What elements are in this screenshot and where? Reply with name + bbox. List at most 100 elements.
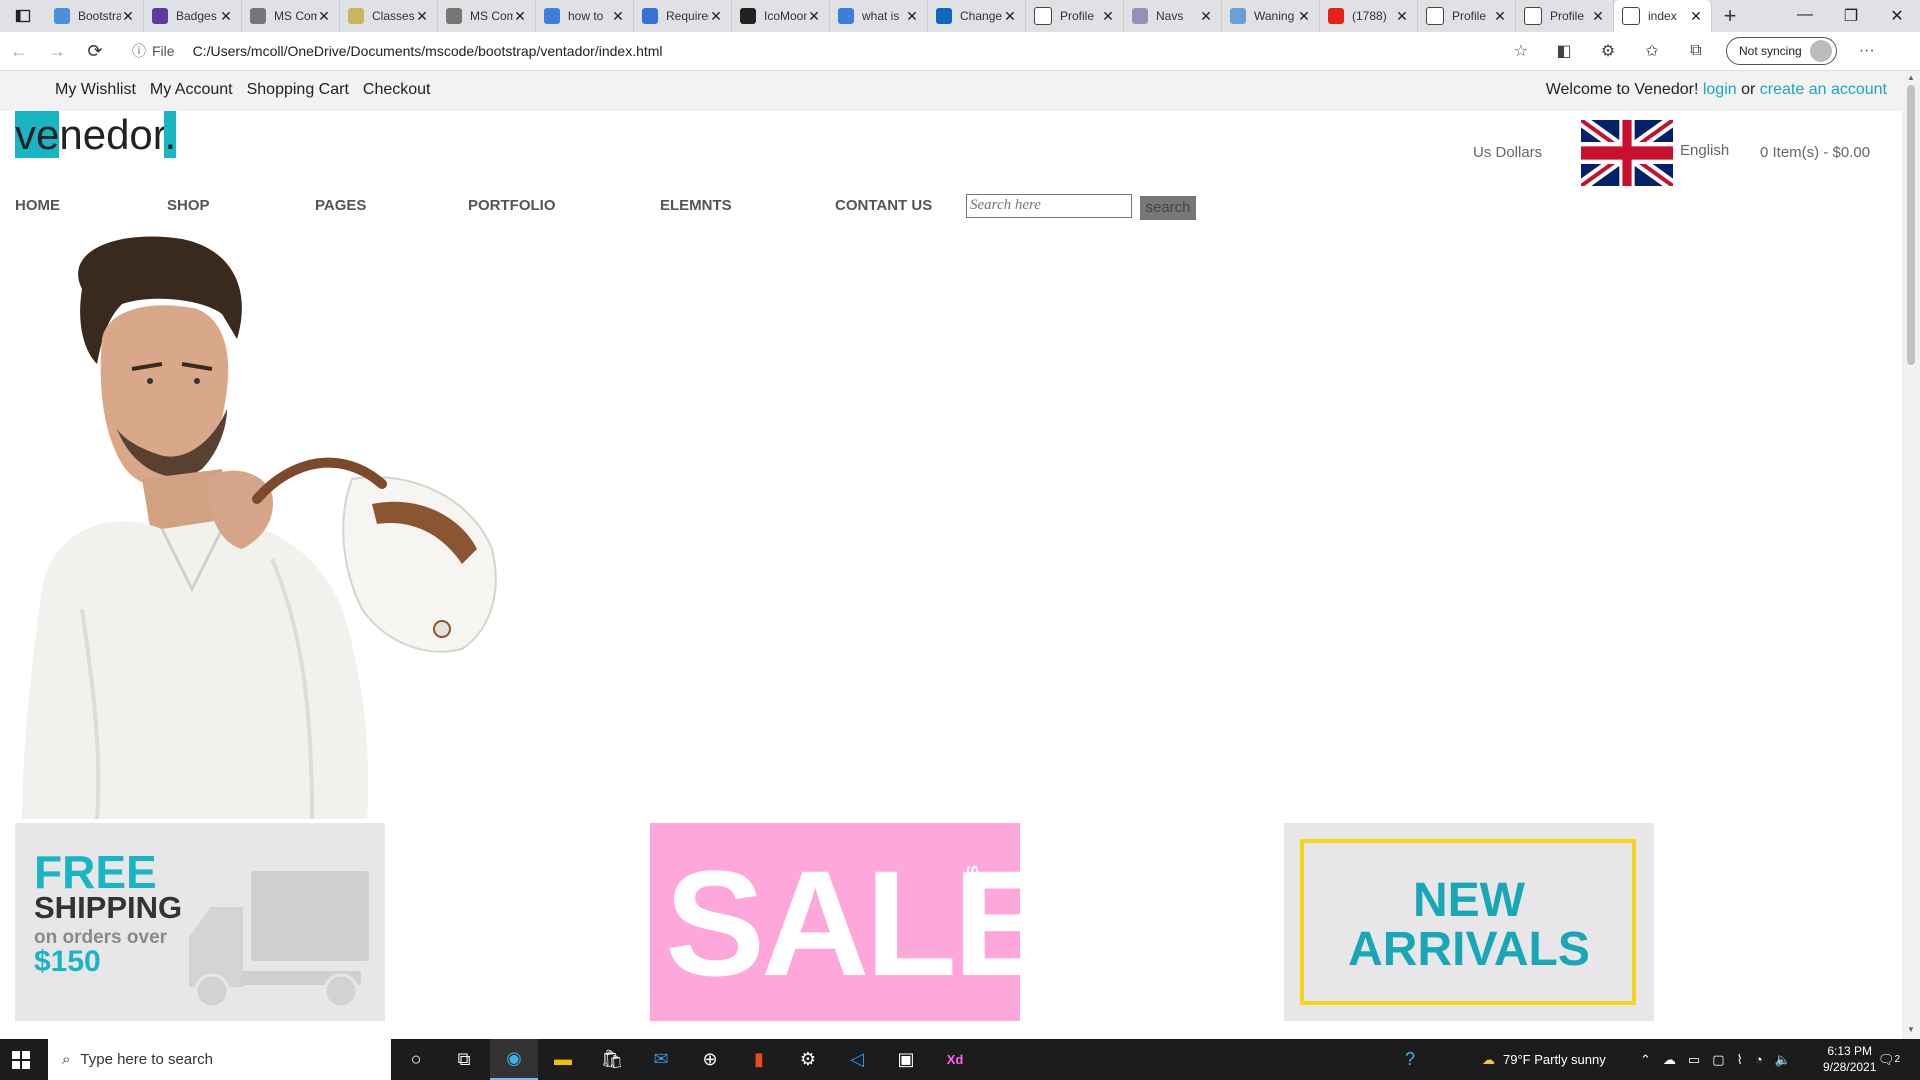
tab-close-icon[interactable]: ✕ — [415, 8, 429, 25]
puzzle-icon[interactable]: ⚙ — [1586, 41, 1630, 61]
tab-close-icon[interactable]: ✕ — [1003, 8, 1017, 25]
login-link[interactable]: login — [1703, 81, 1737, 98]
scrollbar-thumb[interactable] — [1907, 85, 1915, 365]
adobe-xd-icon[interactable]: Xd — [931, 1039, 979, 1080]
browser-tab[interactable]: Profile ✕ — [1418, 0, 1516, 32]
browser-tab[interactable]: MS Community✕ — [438, 0, 536, 32]
cortana-icon[interactable]: ○ — [392, 1039, 440, 1080]
edge-browser-icon[interactable]: ◉ — [490, 1039, 538, 1080]
browser-tab[interactable]: Profile ✕ — [1026, 0, 1124, 32]
checkout-link[interactable]: Checkout — [363, 81, 431, 99]
browser-tab[interactable]: Bootstrap✕ — [46, 0, 144, 32]
search-button[interactable]: search — [1140, 196, 1196, 220]
vscode-icon[interactable]: ◁ — [833, 1039, 881, 1080]
browser-tab[interactable]: Profile ✕ — [1516, 0, 1614, 32]
scroll-down-icon[interactable]: ▼ — [1907, 1025, 1915, 1034]
my-account-link[interactable]: My Account — [150, 81, 233, 99]
shopping-cart-link[interactable]: Shopping Cart — [247, 81, 349, 99]
nav-shop[interactable]: SHOP — [167, 197, 210, 214]
profile-sync-button[interactable]: Not syncing — [1726, 37, 1837, 65]
volume-icon[interactable]: 🔈 — [1775, 1052, 1791, 1068]
favorites-icon[interactable]: ✩ — [1630, 41, 1674, 61]
browser-tab[interactable]: (1788) ✕ — [1320, 0, 1418, 32]
battery-icon[interactable]: ▭ — [1688, 1052, 1700, 1068]
tab-close-icon[interactable]: ✕ — [1591, 8, 1605, 25]
nav-portfolio[interactable]: PORTFOLIO — [468, 197, 556, 214]
browser-tab[interactable]: MS Community✕ — [242, 0, 340, 32]
cloud-icon[interactable]: ☁ — [1663, 1052, 1676, 1068]
url-field[interactable]: ⓘ File C:/Users/mcoll/OneDrive/Documents… — [122, 36, 1542, 66]
tab-close-icon[interactable]: ✕ — [1689, 8, 1703, 25]
refresh-icon[interactable]: ⟳ — [76, 41, 114, 62]
nav-pages[interactable]: PAGES — [315, 197, 366, 214]
tab-close-icon[interactable]: ✕ — [611, 8, 625, 25]
office-icon[interactable]: ▮ — [735, 1039, 783, 1080]
collections-icon[interactable]: ⧉ — [1674, 42, 1718, 60]
task-view-icon[interactable]: ⧉ — [440, 1039, 488, 1080]
tab-close-icon[interactable]: ✕ — [1199, 8, 1213, 25]
site-logo[interactable]: venedor. — [15, 109, 177, 161]
settings-icon[interactable]: ⚙ — [784, 1039, 832, 1080]
tab-close-icon[interactable]: ✕ — [219, 8, 233, 25]
info-icon[interactable]: ⓘ — [132, 41, 146, 61]
restore-icon[interactable]: ❐ — [1828, 6, 1874, 26]
tab-close-icon[interactable]: ✕ — [1297, 8, 1311, 25]
my-wishlist-link[interactable]: My Wishlist — [55, 81, 136, 99]
currency-selector[interactable]: Us Dollars — [1473, 144, 1542, 161]
tab-close-icon[interactable]: ✕ — [121, 8, 135, 25]
url-text[interactable]: C:/Users/mcoll/OneDrive/Documents/mscode… — [193, 43, 663, 59]
nav-home[interactable]: HOME — [15, 197, 60, 214]
notifications-icon[interactable]: 🗨 2 — [1878, 1039, 1900, 1080]
sale-banner[interactable]: SALE MANY ITEMS — [650, 823, 1053, 1021]
chevron-up-icon[interactable]: ⌃ — [1640, 1052, 1651, 1068]
browser-tab[interactable]: Requirements✕ — [634, 0, 732, 32]
mail-icon[interactable]: ✉ — [637, 1039, 685, 1080]
tab-close-icon[interactable]: ✕ — [709, 8, 723, 25]
create-account-link[interactable]: create an account — [1760, 81, 1887, 98]
taskbar-search-box[interactable]: ⌕ Type here to search — [48, 1039, 391, 1080]
scroll-up-icon[interactable]: ▲ — [1907, 73, 1915, 82]
browser-tab[interactable]: Waning ✕ — [1222, 0, 1320, 32]
browser-tab[interactable]: how to ✕ — [536, 0, 634, 32]
tab-close-icon[interactable]: ✕ — [905, 8, 919, 25]
microsoft-store-icon[interactable]: 🛍 — [588, 1039, 636, 1080]
file-explorer-icon[interactable]: ▬ — [539, 1039, 587, 1080]
tab-close-icon[interactable]: ✕ — [1493, 8, 1507, 25]
window-app-icon[interactable]: ▣ — [882, 1039, 930, 1080]
add-favorite-icon[interactable]: ☆ — [1514, 41, 1528, 61]
tab-close-icon[interactable]: ✕ — [807, 8, 821, 25]
forward-icon[interactable]: → — [38, 41, 76, 62]
browser-tab[interactable]: Classes ✕ — [340, 0, 438, 32]
tab-actions-icon[interactable] — [0, 0, 46, 32]
new-tab-button[interactable]: + — [1712, 3, 1748, 29]
new-arrivals-banner[interactable]: NEW ARRIVALS — [1284, 823, 1654, 1021]
monitor-icon[interactable]: ▢ — [1712, 1052, 1724, 1068]
network-icon[interactable]: ⌇ — [1737, 1052, 1743, 1068]
nav-elements[interactable]: ELEMNTS — [660, 197, 732, 214]
nav-contact-us[interactable]: CONTANT US — [835, 197, 932, 214]
close-window-icon[interactable]: ✕ — [1874, 6, 1920, 26]
browser-tab[interactable]: Badges ✕ — [144, 0, 242, 32]
language-selector[interactable]: English — [1680, 142, 1729, 159]
browser-tab[interactable]: Change ✕ — [928, 0, 1026, 32]
cart-summary[interactable]: 0 Item(s) - $0.00 — [1760, 144, 1870, 161]
app-icon[interactable]: ⊕ — [686, 1039, 734, 1080]
windows-start-icon[interactable] — [12, 1051, 30, 1069]
browser-tab[interactable]: Navs ✕ — [1124, 0, 1222, 32]
wifi-icon[interactable]: ◔ — [1755, 1052, 1763, 1067]
free-shipping-banner[interactable]: FREE SHIPPING on orders over $150 — [15, 823, 385, 1021]
back-icon[interactable]: ← — [0, 41, 38, 62]
more-menu-icon[interactable]: ··· — [1845, 42, 1889, 60]
tab-close-icon[interactable]: ✕ — [1395, 8, 1409, 25]
tab-close-icon[interactable]: ✕ — [513, 8, 527, 25]
tab-close-icon[interactable]: ✕ — [1101, 8, 1115, 25]
tab-close-icon[interactable]: ✕ — [317, 8, 331, 25]
browser-tab[interactable]: index ✕ — [1614, 0, 1712, 32]
uk-flag-icon[interactable] — [1581, 120, 1673, 186]
taskbar-clock[interactable]: 6:13 PM 9/28/2021 — [1823, 1043, 1876, 1075]
minimize-icon[interactable]: — — [1782, 6, 1828, 26]
search-input[interactable]: Search here — [966, 194, 1132, 218]
browser-tab[interactable]: what is ✕ — [830, 0, 928, 32]
weather-widget[interactable]: ☁ 79°F Partly sunny — [1482, 1039, 1606, 1080]
page-scrollbar[interactable]: ▲ ▼ — [1902, 71, 1920, 1039]
